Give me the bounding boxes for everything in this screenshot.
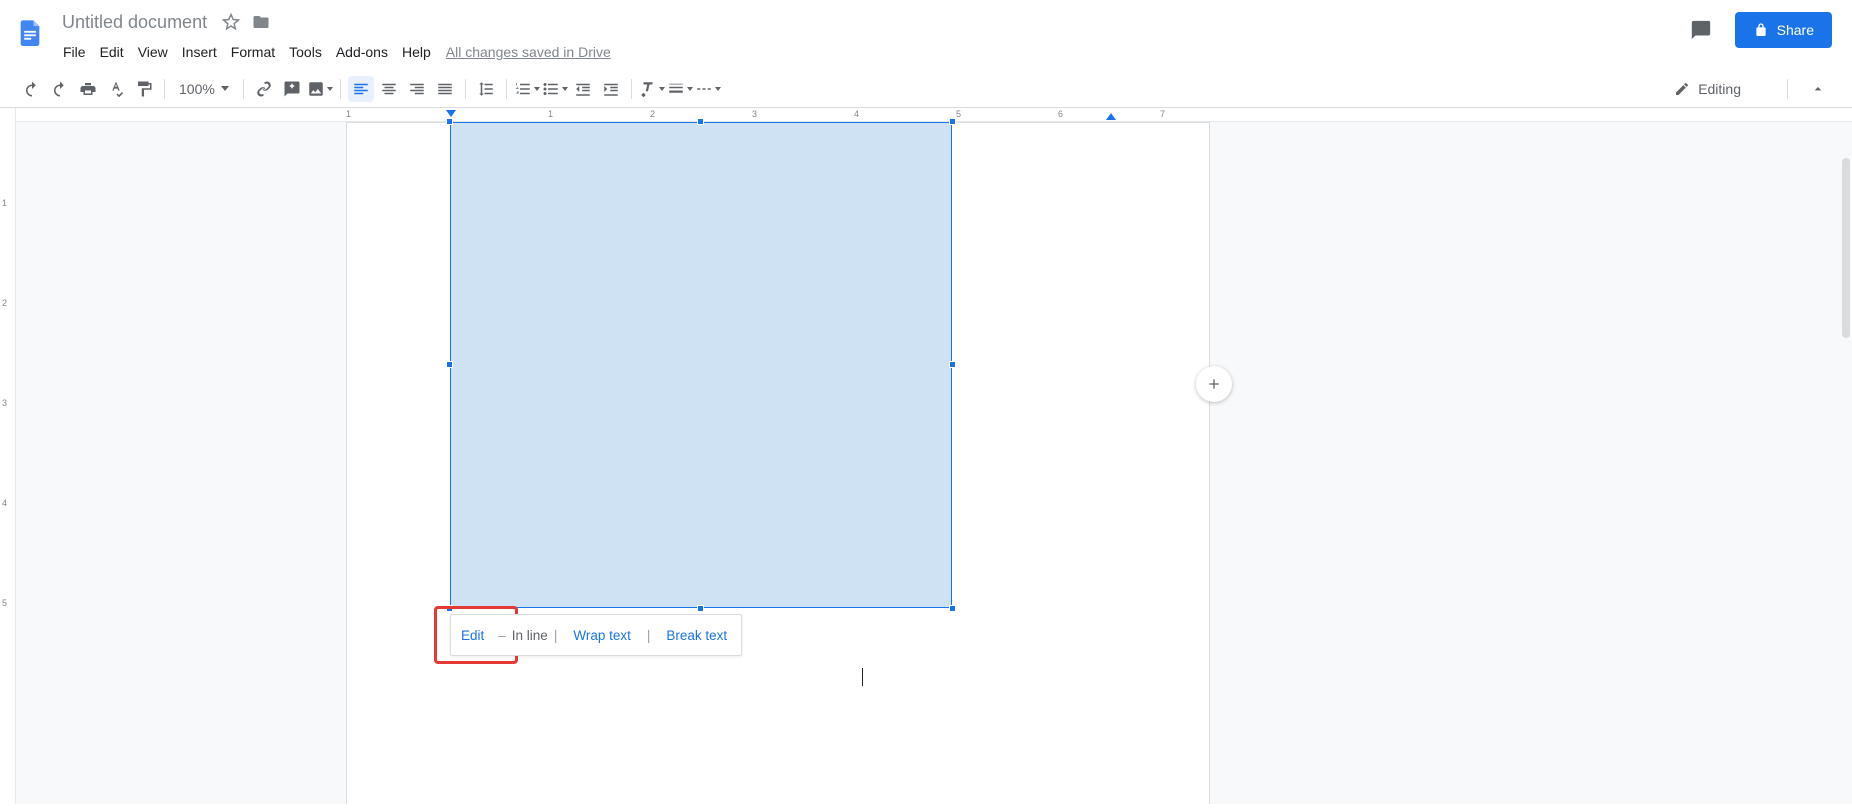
vruler-tick: 3 bbox=[2, 398, 7, 408]
menu-view[interactable]: View bbox=[131, 40, 175, 64]
resize-handle-w[interactable] bbox=[446, 361, 453, 368]
drawing-fill bbox=[450, 122, 952, 608]
undo-icon[interactable] bbox=[19, 76, 45, 102]
ctx-edit-button[interactable]: Edit bbox=[451, 628, 494, 643]
hruler-tick: 5 bbox=[956, 109, 961, 119]
selected-drawing[interactable] bbox=[450, 122, 952, 608]
hruler-tick: 4 bbox=[854, 109, 859, 119]
menu-tools[interactable]: Tools bbox=[282, 40, 329, 64]
ctx-break-option[interactable]: Break text bbox=[656, 628, 741, 643]
caret-down-icon bbox=[221, 86, 229, 91]
align-center-icon[interactable] bbox=[376, 76, 402, 102]
share-button[interactable]: Share bbox=[1735, 12, 1832, 48]
hruler-tick: 7 bbox=[1160, 109, 1165, 119]
bulleted-list-icon[interactable] bbox=[542, 76, 568, 102]
vruler-tick: 1 bbox=[2, 198, 7, 208]
redo-icon[interactable] bbox=[47, 76, 73, 102]
menu-edit[interactable]: Edit bbox=[93, 40, 131, 64]
editing-mode-button[interactable]: Editing bbox=[1666, 77, 1781, 101]
paint-format-icon[interactable] bbox=[131, 76, 157, 102]
indent-decrease-icon[interactable] bbox=[570, 76, 596, 102]
comments-icon[interactable] bbox=[1683, 12, 1719, 48]
vruler-tick: 4 bbox=[2, 498, 7, 508]
pencil-icon bbox=[1674, 81, 1690, 97]
save-status[interactable]: All changes saved in Drive bbox=[438, 40, 619, 64]
editing-mode-label: Editing bbox=[1698, 81, 1741, 97]
numbered-list-icon[interactable] bbox=[514, 76, 540, 102]
menu-file[interactable]: File bbox=[56, 40, 93, 64]
star-icon[interactable] bbox=[219, 10, 243, 34]
border-dash-icon[interactable] bbox=[695, 76, 721, 102]
vruler-tick: 5 bbox=[2, 598, 7, 608]
separator bbox=[506, 79, 507, 99]
insert-image-icon[interactable] bbox=[307, 76, 333, 102]
resize-handle-nw[interactable] bbox=[446, 118, 453, 125]
line-spacing-icon[interactable] bbox=[473, 76, 499, 102]
share-label: Share bbox=[1777, 22, 1814, 38]
resize-handle-s[interactable] bbox=[697, 605, 704, 612]
ctx-wrap-option[interactable]: Wrap text bbox=[563, 628, 641, 643]
menu-help[interactable]: Help bbox=[395, 40, 438, 64]
spellcheck-icon[interactable] bbox=[103, 76, 129, 102]
hruler-tick: 1 bbox=[548, 109, 553, 119]
caret-down-icon bbox=[715, 87, 721, 91]
insert-comment-icon[interactable] bbox=[279, 76, 305, 102]
image-context-toolbar: Edit – In line | Wrap text | Break text bbox=[450, 614, 742, 656]
zoom-value: 100% bbox=[179, 81, 215, 97]
separator bbox=[1787, 79, 1788, 99]
separator bbox=[340, 79, 341, 99]
menu-format[interactable]: Format bbox=[224, 40, 282, 64]
separator bbox=[465, 79, 466, 99]
separator: | bbox=[641, 628, 657, 643]
align-right-icon[interactable] bbox=[404, 76, 430, 102]
vruler-tick: 2 bbox=[2, 298, 7, 308]
vertical-scrollbar[interactable] bbox=[1842, 158, 1850, 338]
hruler-tick: 3 bbox=[752, 109, 757, 119]
lock-icon bbox=[1753, 22, 1769, 38]
resize-handle-ne[interactable] bbox=[949, 118, 956, 125]
collapse-toolbar-icon[interactable] bbox=[1802, 73, 1834, 105]
align-left-icon[interactable] bbox=[348, 76, 374, 102]
right-indent-marker-icon[interactable] bbox=[1106, 113, 1116, 120]
clear-formatting-icon[interactable] bbox=[639, 76, 665, 102]
separator bbox=[243, 79, 244, 99]
print-icon[interactable] bbox=[75, 76, 101, 102]
caret-down-icon bbox=[687, 87, 693, 91]
toolbar: 100% Editing bbox=[0, 70, 1852, 108]
menu-insert[interactable]: Insert bbox=[175, 40, 224, 64]
resize-handle-e[interactable] bbox=[949, 361, 956, 368]
indent-increase-icon[interactable] bbox=[598, 76, 624, 102]
document-title[interactable]: Untitled document bbox=[56, 10, 213, 35]
align-justify-icon[interactable] bbox=[432, 76, 458, 102]
resize-handle-sw[interactable] bbox=[446, 605, 453, 612]
separator: | bbox=[548, 628, 564, 643]
text-cursor bbox=[862, 668, 863, 686]
horizontal-ruler: 1 1 2 3 4 5 6 7 bbox=[16, 108, 1852, 122]
move-folder-icon[interactable] bbox=[249, 10, 273, 34]
hruler-tick: 2 bbox=[650, 109, 655, 119]
caret-down-icon bbox=[534, 87, 540, 91]
zoom-select[interactable]: 100% bbox=[175, 81, 233, 97]
explore-fab-icon[interactable] bbox=[1196, 366, 1232, 402]
left-indent-marker-icon[interactable] bbox=[446, 110, 456, 117]
separator bbox=[631, 79, 632, 99]
resize-handle-n[interactable] bbox=[697, 118, 704, 125]
resize-handle-se[interactable] bbox=[949, 605, 956, 612]
vertical-ruler: 1 2 3 4 5 bbox=[0, 108, 16, 804]
caret-down-icon bbox=[562, 87, 568, 91]
separator: – bbox=[494, 628, 510, 643]
insert-link-icon[interactable] bbox=[251, 76, 277, 102]
ctx-inline-option[interactable]: In line bbox=[510, 628, 548, 643]
hruler-tick: 1 bbox=[346, 109, 351, 119]
hruler-tick: 6 bbox=[1058, 109, 1063, 119]
caret-down-icon bbox=[659, 87, 665, 91]
caret-down-icon bbox=[327, 87, 333, 91]
menu-addons[interactable]: Add-ons bbox=[329, 40, 395, 64]
docs-logo-icon[interactable] bbox=[12, 8, 48, 56]
menubar: File Edit View Insert Format Tools Add-o… bbox=[56, 38, 1683, 66]
border-weight-icon[interactable] bbox=[667, 76, 693, 102]
separator bbox=[164, 79, 165, 99]
